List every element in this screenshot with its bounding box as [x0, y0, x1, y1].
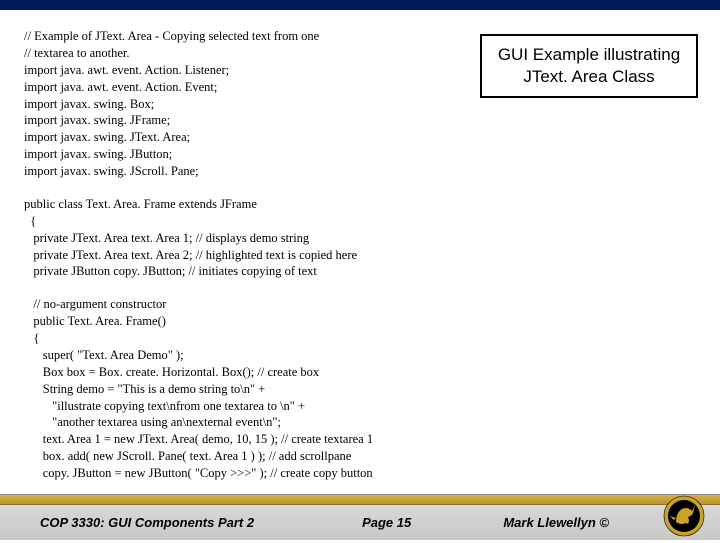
slide-content: GUI Example illustrating JText. Area Cla… — [0, 10, 720, 482]
callout-line1: GUI Example illustrating — [490, 44, 688, 66]
footer-band: COP 3330: GUI Components Part 2 Page 15 … — [0, 494, 720, 540]
footer-page: Page 15 — [300, 515, 473, 530]
top-accent-bar — [0, 0, 720, 10]
callout-box: GUI Example illustrating JText. Area Cla… — [480, 34, 698, 98]
code-block-class: public class Text. Area. Frame extends J… — [24, 196, 700, 280]
code-block-constructor: // no-argument constructor public Text. … — [24, 296, 700, 482]
ucf-pegasus-logo-icon — [662, 494, 706, 538]
callout-line2: JText. Area Class — [490, 66, 688, 88]
footer-course: COP 3330: GUI Components Part 2 — [0, 515, 300, 530]
footer: COP 3330: GUI Components Part 2 Page 15 … — [0, 494, 720, 540]
footer-content: COP 3330: GUI Components Part 2 Page 15 … — [0, 504, 720, 540]
